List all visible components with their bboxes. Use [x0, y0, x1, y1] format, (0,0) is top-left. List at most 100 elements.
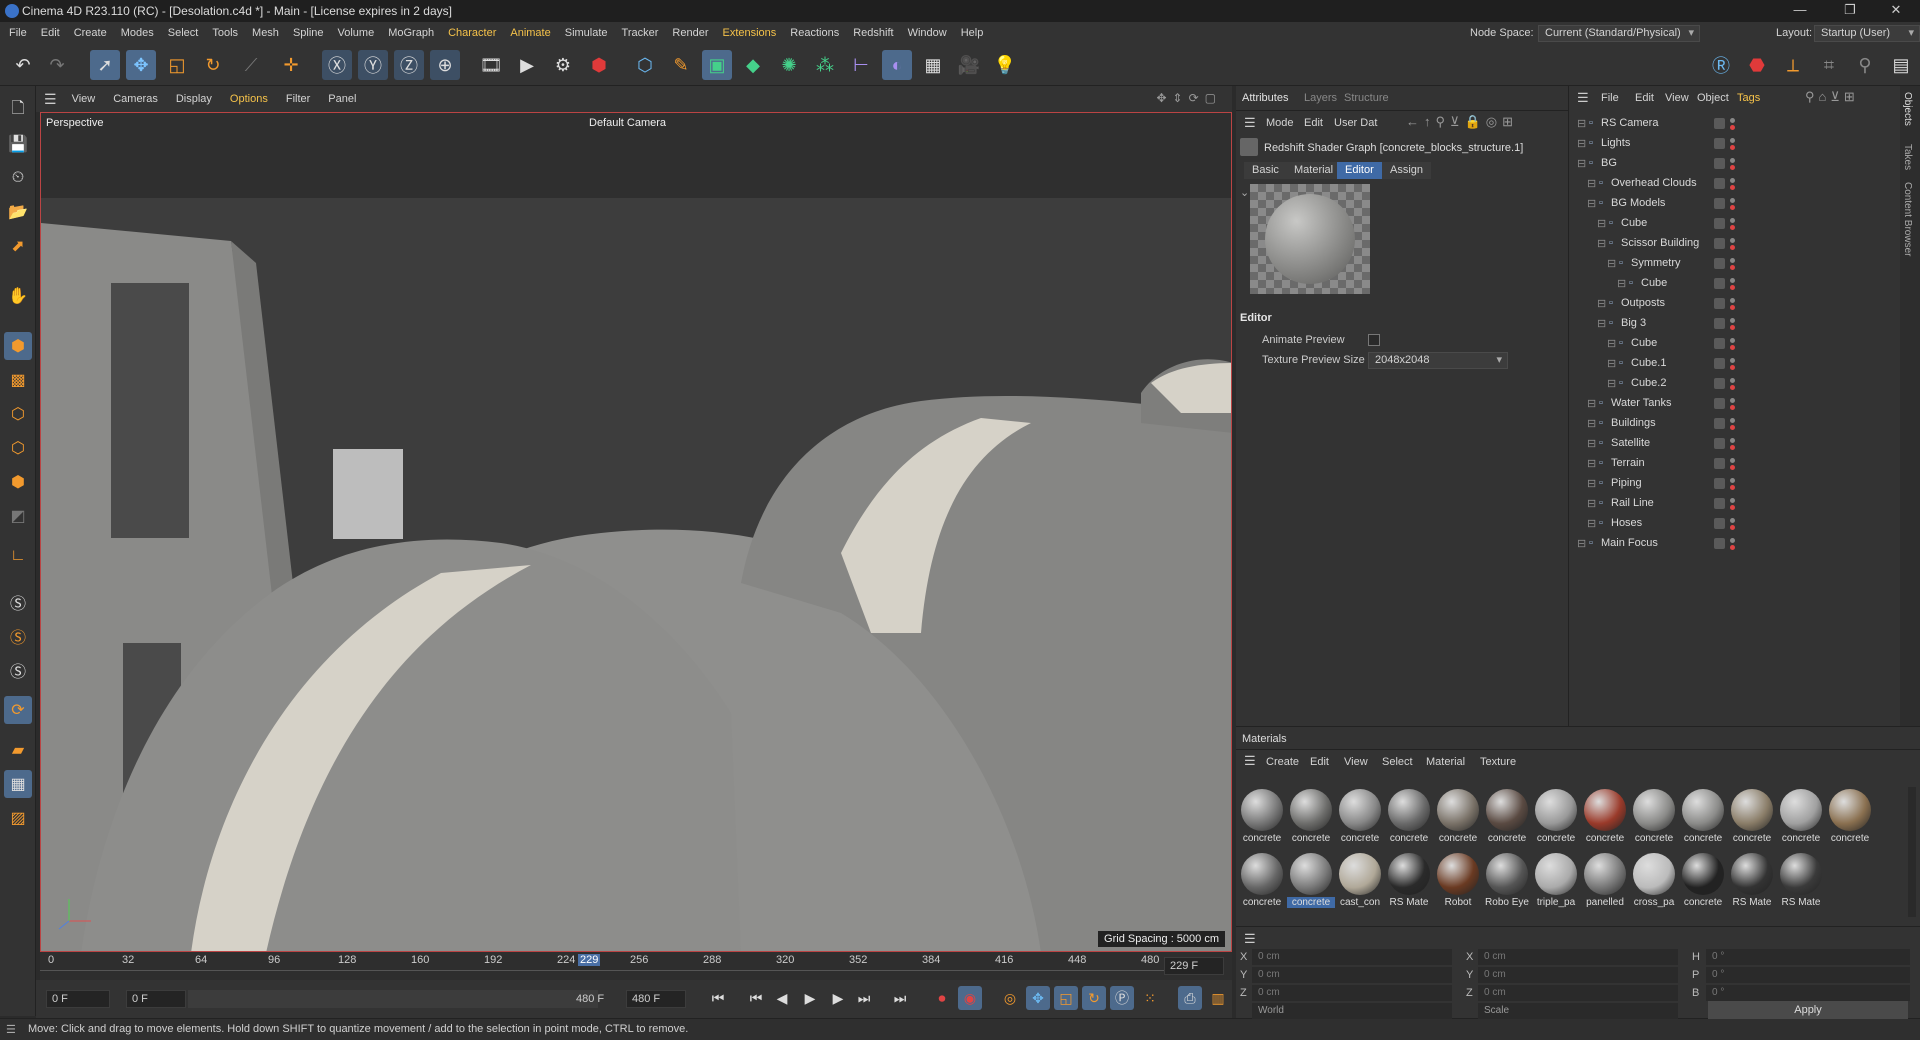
render-visibility-dot[interactable]: [1730, 285, 1735, 290]
light-object-icon[interactable]: 💡: [990, 50, 1020, 80]
new-document-icon[interactable]: 🗋: [4, 96, 32, 124]
editor-visibility-dot[interactable]: [1730, 418, 1735, 423]
viewport[interactable]: Perspective Default Camera Grid Spacing …: [40, 112, 1232, 952]
expand-icon[interactable]: ⊟: [1587, 497, 1596, 510]
texture-preview-size-select[interactable]: 2048x2048: [1368, 352, 1508, 369]
material-swatch[interactable]: RS Mate: [1728, 853, 1776, 913]
menu-redshift[interactable]: Redshift: [846, 22, 900, 44]
go-to-end-icon[interactable]: ⏭: [888, 986, 912, 1010]
side-tab-takes[interactable]: Takes: [1902, 144, 1913, 170]
editor-visibility-dot[interactable]: [1730, 458, 1735, 463]
expand-icon[interactable]: ⊟: [1597, 297, 1606, 310]
editor-visibility-dot[interactable]: [1730, 398, 1735, 403]
size-z-field[interactable]: 0 cm: [1478, 985, 1678, 1001]
render-visibility-dot[interactable]: [1730, 125, 1735, 130]
layer-visibility-icon[interactable]: [1714, 158, 1725, 169]
expand-icon[interactable]: ⊟: [1587, 197, 1596, 210]
editor-visibility-dot[interactable]: [1730, 378, 1735, 383]
expand-icon[interactable]: ⊟: [1587, 477, 1596, 490]
material-swatch[interactable]: cast_con: [1336, 853, 1384, 913]
apply-button[interactable]: Apply: [1708, 1001, 1908, 1019]
material-swatch[interactable]: concrete: [1581, 789, 1629, 849]
render-visibility-dot[interactable]: [1730, 425, 1735, 430]
mat-menu-edit[interactable]: Edit: [1310, 756, 1329, 768]
next-key-icon[interactable]: ⏭: [852, 986, 876, 1010]
material-swatch[interactable]: panelled: [1581, 853, 1629, 913]
mat-menu-texture[interactable]: Texture: [1480, 756, 1516, 768]
menu-select[interactable]: Select: [161, 22, 206, 44]
save-icon[interactable]: 💾: [4, 130, 32, 158]
object-row[interactable]: ⊟ ▫ Big 3: [1569, 314, 1899, 334]
obj-menu-edit[interactable]: Edit: [1635, 92, 1654, 104]
menu-file[interactable]: File: [2, 22, 34, 44]
end-frame-field[interactable]: 480 F: [626, 990, 686, 1008]
open-folder-icon[interactable]: 📂: [4, 198, 32, 226]
node-space-select[interactable]: Current (Standard/Physical): [1538, 25, 1700, 42]
layer-visibility-icon[interactable]: [1714, 258, 1725, 269]
render-visibility-dot[interactable]: [1730, 545, 1735, 550]
attr-menu-mode[interactable]: Mode: [1266, 117, 1294, 129]
extrude-generator-icon[interactable]: ◆: [738, 50, 768, 80]
collapse-arrow-icon[interactable]: ⌄: [1240, 186, 1249, 199]
camera-object-icon[interactable]: 🎥: [954, 50, 984, 80]
material-swatch[interactable]: concrete: [1483, 789, 1531, 849]
render-visibility-dot[interactable]: [1730, 185, 1735, 190]
render-visibility-dot[interactable]: [1730, 225, 1735, 230]
key-position-icon[interactable]: ✥: [1026, 986, 1050, 1010]
coord-system-select[interactable]: World: [1252, 1003, 1452, 1019]
vp-menu-panel[interactable]: Panel: [319, 86, 365, 112]
menu-spline[interactable]: Spline: [286, 22, 331, 44]
layer-visibility-icon[interactable]: [1714, 458, 1725, 469]
snap-settings-icon[interactable]: ⚲: [1850, 50, 1880, 80]
model-mode-icon[interactable]: ⬢: [4, 332, 32, 360]
render-visibility-dot[interactable]: [1730, 525, 1735, 530]
object-row[interactable]: ⊟ ▫ Cube: [1569, 274, 1899, 294]
editor-visibility-dot[interactable]: [1730, 178, 1735, 183]
subdivision-icon[interactable]: ▣: [702, 50, 732, 80]
mat-menu-select[interactable]: Select: [1382, 756, 1413, 768]
expand-icon[interactable]: ⊟: [1607, 257, 1616, 270]
uv-mode-icon[interactable]: ◩: [4, 502, 32, 530]
layer-visibility-icon[interactable]: [1714, 418, 1725, 429]
menu-tracker[interactable]: Tracker: [615, 22, 666, 44]
layer-visibility-icon[interactable]: [1714, 138, 1725, 149]
object-row[interactable]: ⊟ ▫ BG Models: [1569, 194, 1899, 214]
object-row[interactable]: ⊟ ▫ Satellite: [1569, 434, 1899, 454]
preview-start-field[interactable]: 0 F: [126, 990, 186, 1008]
render-visibility-dot[interactable]: [1730, 145, 1735, 150]
render-visibility-dot[interactable]: [1730, 485, 1735, 490]
hamburger-icon[interactable]: ☰: [44, 91, 63, 108]
coord-hamburger-icon[interactable]: ☰: [1244, 931, 1256, 947]
animate-preview-checkbox[interactable]: [1368, 334, 1380, 346]
rot-h-field[interactable]: 0 °: [1706, 949, 1910, 965]
auto-key-icon[interactable]: ◉: [958, 986, 982, 1010]
workplane-grid-icon[interactable]: ▰: [4, 736, 32, 764]
floor-object-icon[interactable]: ▦: [918, 50, 948, 80]
layer-visibility-icon[interactable]: [1714, 338, 1725, 349]
object-row[interactable]: ⊟ ▫ Cube: [1569, 334, 1899, 354]
menu-create[interactable]: Create: [67, 22, 114, 44]
grid-icon[interactable]: ▦: [4, 770, 32, 798]
go-to-start-icon[interactable]: ⏮: [706, 986, 730, 1010]
mat-menu-material[interactable]: Material: [1426, 756, 1465, 768]
expand-icon[interactable]: ⊟: [1587, 517, 1596, 530]
render-visibility-dot[interactable]: [1730, 385, 1735, 390]
menu-mesh[interactable]: Mesh: [245, 22, 286, 44]
snap-s3-icon[interactable]: Ⓢ: [4, 656, 32, 684]
scale-tool-icon[interactable]: ◱: [162, 50, 192, 80]
layout-select[interactable]: Startup (User): [1814, 25, 1920, 42]
object-row[interactable]: ⊟ ▫ Buildings: [1569, 414, 1899, 434]
attr-nav-icons[interactable]: ←↑⚲⊻🔒◎⊞: [1406, 114, 1518, 130]
render-visibility-dot[interactable]: [1730, 265, 1735, 270]
render-visibility-dot[interactable]: [1730, 445, 1735, 450]
material-swatch[interactable]: concrete: [1630, 789, 1678, 849]
subtab-editor[interactable]: Editor: [1337, 162, 1382, 179]
obj-menu-view[interactable]: View: [1665, 92, 1689, 104]
redshift-render-icon[interactable]: ⬢: [584, 50, 614, 80]
field-icon[interactable]: ◐: [882, 50, 912, 80]
sculpt-icon[interactable]: ✋: [4, 282, 32, 310]
obj-nav-icons[interactable]: ⚲⌂⊻⊞: [1805, 89, 1859, 105]
layer-visibility-icon[interactable]: [1714, 278, 1725, 289]
menu-reactions[interactable]: Reactions: [783, 22, 846, 44]
menu-modes[interactable]: Modes: [114, 22, 161, 44]
